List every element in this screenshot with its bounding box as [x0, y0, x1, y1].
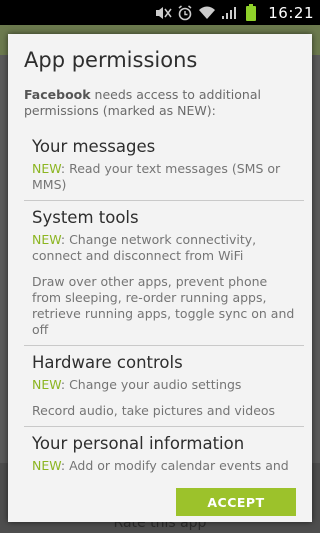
alarm-icon	[176, 4, 194, 21]
new-label: NEW	[32, 232, 61, 247]
new-label: NEW	[32, 161, 61, 176]
permission-group-personal-info: Your personal information NEW: Add or mo…	[24, 426, 304, 474]
permission-text: : Add or modify calendar events and	[60, 458, 289, 473]
new-label: NEW	[32, 458, 61, 473]
dialog-title: App permissions	[24, 48, 198, 72]
new-label: NEW	[32, 377, 61, 392]
battery-icon	[242, 4, 260, 21]
app-name: Facebook	[24, 87, 91, 102]
group-title: Hardware controls	[32, 353, 183, 372]
group-title: Your personal information	[32, 434, 245, 453]
group-title: System tools	[32, 208, 139, 227]
new-permission: NEW: Add or modify calendar events and	[32, 458, 296, 474]
new-permission: NEW: Change your audio settings	[32, 377, 296, 393]
permission-group-messages: Your messages NEW: Read your text messag…	[24, 130, 304, 200]
new-permission: NEW: Read your text messages (SMS or MMS…	[32, 161, 296, 193]
accept-button[interactable]: ACCEPT	[176, 488, 296, 516]
permission-text: : Change network connectivity, connect a…	[32, 232, 257, 263]
permissions-dialog: App permissions Facebook needs access to…	[8, 34, 312, 522]
existing-permissions: Draw over other apps, prevent phone from…	[32, 274, 295, 337]
permission-group-system-tools: System tools NEW: Change network connect…	[24, 200, 304, 345]
existing-permissions: Record audio, take pictures and videos	[32, 403, 276, 418]
permission-text: : Change your audio settings	[60, 377, 242, 392]
group-title: Your messages	[32, 137, 156, 156]
permission-list[interactable]: Your messages NEW: Read your text messag…	[8, 130, 312, 482]
wifi-icon	[198, 5, 216, 21]
new-permission: NEW: Change network connectivity, connec…	[32, 232, 296, 264]
clock: 16:21	[268, 3, 314, 22]
status-bar: 16:21	[0, 0, 320, 25]
dialog-intro: Facebook needs access to additional perm…	[24, 87, 299, 119]
permission-text: : Read your text messages (SMS or MMS)	[32, 161, 281, 192]
permission-group-hardware: Hardware controls NEW: Change your audio…	[24, 345, 304, 426]
signal-icon	[220, 5, 238, 21]
mute-icon	[154, 5, 172, 21]
